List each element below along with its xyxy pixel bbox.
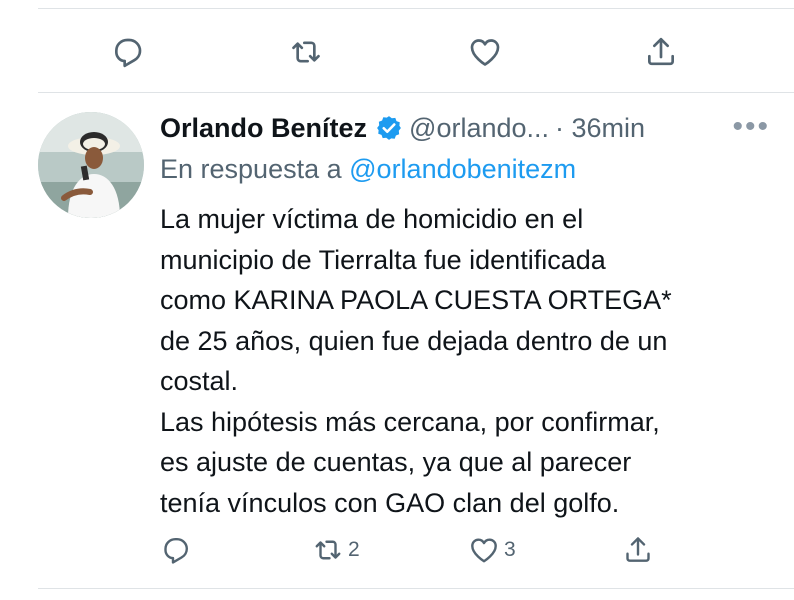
retweet-button[interactable] [286,32,328,72]
share-button[interactable] [641,32,681,72]
reply-button[interactable] [158,532,196,568]
avatar[interactable] [38,112,144,218]
retweet-icon [286,32,326,72]
like-button[interactable]: 3 [466,532,516,568]
tweet-time[interactable]: · 36min [555,113,645,144]
tweet-text: La mujer víctima de homicidio en el muni… [160,199,780,523]
like-count: 3 [504,538,516,561]
retweet-button[interactable]: 2 [310,532,360,568]
author-handle[interactable]: @orlando... [409,113,549,144]
share-icon [620,532,656,568]
bottom-divider [38,588,794,589]
reply-button[interactable] [108,32,150,72]
tweet-text-line: es ajuste de cuentas, ya que al parecer [160,447,632,477]
share-button[interactable] [620,532,656,568]
heart-icon [465,32,505,72]
share-icon [641,32,681,72]
tweet-header: Orlando Benítez @orlando... · 36min [160,108,645,148]
tweet-text-line: costal. [160,366,239,396]
reply-prefix: En respuesta a [160,154,342,184]
tweet-divider [38,92,794,93]
avatar-photo [38,112,144,218]
reply-icon [158,532,194,568]
tweet-text-line: La mujer víctima de homicidio en el [160,204,584,234]
retweet-icon [310,532,346,568]
more-icon[interactable]: ••• [732,112,770,142]
verified-badge-icon [375,114,403,142]
like-button[interactable] [465,32,507,72]
tweet-text-line: como KARINA PAOLA CUESTA ORTEGA* [160,285,672,315]
reply-mention-link[interactable]: @orlandobenitezm [349,154,576,184]
tweet-text-line: tenía vínculos con GAO clan del golfo. [160,487,620,518]
tweet-text-line: municipio de Tierralta fue identificada [160,244,606,275]
retweet-count: 2 [348,538,360,561]
reply-icon [108,32,148,72]
heart-icon [466,532,502,568]
reply-context: En respuesta a @orlandobenitezm [160,154,576,185]
author-name[interactable]: Orlando Benítez [160,113,367,144]
top-divider [38,8,794,9]
tweet-text-line: de 25 años, quien fue dejada dentro de u… [160,325,668,356]
tweet-text-line: Las hipótesis más cercana, por confirmar… [160,406,660,437]
